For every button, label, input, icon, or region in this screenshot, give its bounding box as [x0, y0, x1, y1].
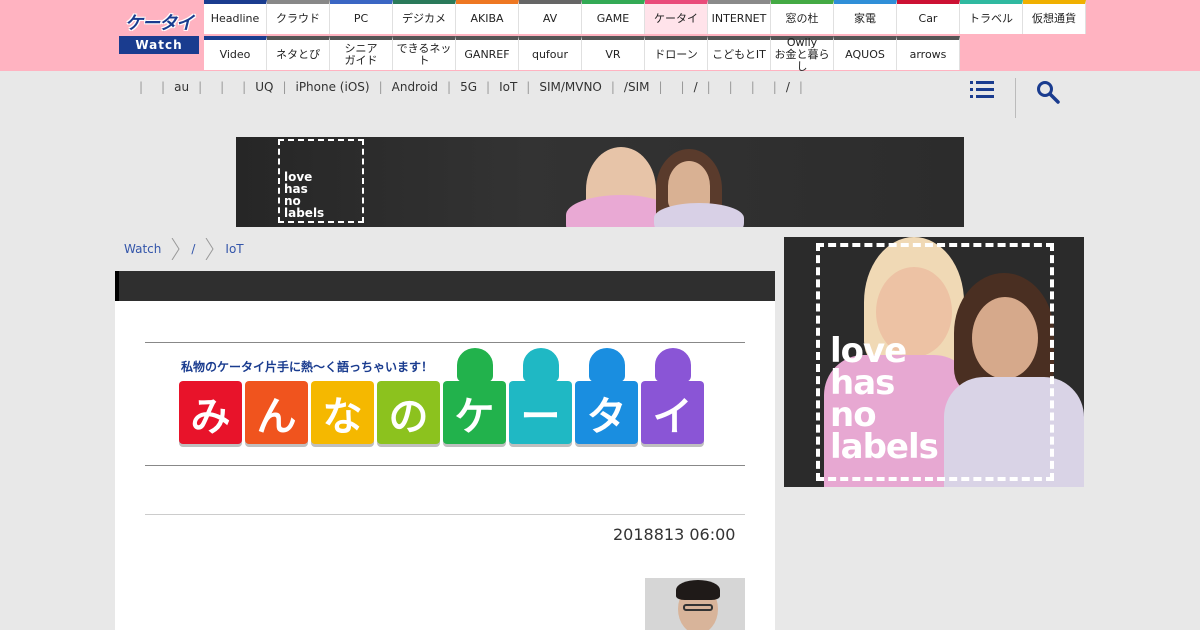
subnav-separator: | — [447, 80, 452, 94]
site-logo[interactable]: ケータイ Watch — [119, 12, 199, 56]
subnav-link[interactable]: /SIM — [624, 80, 650, 94]
series-logo-letter: な — [311, 381, 374, 444]
breadcrumb-link[interactable]: IoT — [225, 242, 243, 256]
subnav-separator: | — [772, 80, 777, 94]
nav-item[interactable]: Video — [204, 36, 267, 70]
nav-item[interactable]: トラベル — [960, 0, 1023, 34]
nav-item[interactable]: クラウド — [267, 0, 330, 34]
header-divider — [1015, 78, 1016, 118]
article-body: 私物のケータイ片手に熱～く語っちゃいます！ みんなのケータイ 2018813 0… — [115, 301, 775, 630]
nav-item[interactable]: AV — [519, 0, 582, 34]
series-silhouette-figure — [655, 348, 691, 382]
breadcrumb: Watch / IoT — [124, 237, 244, 261]
breadcrumb-link[interactable]: / — [191, 242, 195, 256]
nav-item[interactable]: VR — [582, 36, 645, 70]
subnav-separator: | — [610, 80, 615, 94]
subnav-link[interactable]: SIM/MVNO — [539, 80, 602, 94]
nav-item[interactable]: こどもとIT — [708, 36, 771, 70]
banner-ad-tagline: love has no labels — [284, 170, 325, 220]
nav-item[interactable]: Car — [897, 0, 960, 34]
subnav-separator: | — [798, 80, 803, 94]
article-title — [119, 278, 129, 294]
series-silhouette-figure — [457, 348, 493, 382]
nav-item[interactable]: INTERNET — [708, 0, 771, 34]
nav-item[interactable]: 家電 — [834, 0, 897, 34]
subnav-separator: | — [728, 80, 733, 94]
nav-item[interactable]: できるネット — [393, 36, 456, 70]
nav-item[interactable]: Headline — [204, 0, 267, 34]
subnav-separator: | — [706, 80, 711, 94]
logo-top-text: ケータイ — [125, 13, 194, 34]
nav-item[interactable]: arrows — [897, 36, 960, 70]
series-logo-letter: イ — [641, 381, 704, 444]
series-top-rule — [145, 342, 745, 343]
meta-rule — [145, 514, 745, 515]
side-ad[interactable]: love has no labels — [784, 237, 1084, 487]
author-photo — [645, 578, 745, 630]
subnav-separator: | — [658, 80, 663, 94]
subnav-separator: | — [220, 80, 225, 94]
author-glasses — [683, 604, 713, 611]
series-silhouette-figure — [523, 348, 559, 382]
series-logo-letter: み — [179, 381, 242, 444]
logo-bottom-text: Watch — [119, 36, 199, 54]
series-logo-letter: タ — [575, 381, 638, 444]
nav-item[interactable]: AQUOS — [834, 36, 897, 70]
nav-item[interactable]: GAME — [582, 0, 645, 34]
series-silhouette-figure — [589, 348, 625, 382]
subnav-separator: | — [161, 80, 166, 94]
subnav-separator: | — [198, 80, 203, 94]
nav-item[interactable]: Owlly お金と暮らし — [771, 36, 834, 73]
subnav-separator: | — [242, 80, 247, 94]
search-icon[interactable] — [1036, 80, 1060, 104]
author-hair — [676, 580, 720, 600]
breadcrumb-chevron-icon — [205, 238, 214, 260]
publish-date: 2018813 06:00 — [613, 525, 736, 544]
menu-icon[interactable] — [970, 80, 994, 100]
subnav-separator: | — [139, 80, 144, 94]
nav-item[interactable]: GANREF — [456, 36, 519, 70]
series-logo-letter: ー — [509, 381, 572, 444]
subnav-link[interactable]: IoT — [499, 80, 517, 94]
nav-item[interactable]: デジカメ — [393, 0, 456, 34]
sub-navigation: | | au | | | UQ | iPhone (iOS) | Android | 5G | IoT | SI… — [130, 78, 812, 96]
nav-item[interactable]: qufour — [519, 36, 582, 70]
series-bottom-rule — [145, 465, 745, 466]
series-tagline: 私物のケータイ片手に熱～く語っちゃいます！ — [181, 360, 434, 374]
subnav-link[interactable]: au — [174, 80, 189, 94]
subnav-link[interactable]: 5G — [460, 80, 477, 94]
nav-item[interactable]: ネタとぴ — [267, 36, 330, 70]
nav-item[interactable]: 仮想通貨 — [1023, 0, 1086, 34]
nav-item[interactable]: 窓の杜 — [771, 0, 834, 34]
article-title-bar — [115, 271, 775, 301]
series-logo: みんなのケータイ — [179, 381, 704, 444]
banner-ad-child-right-shirt — [654, 203, 744, 227]
nav-item[interactable]: AKIBA — [456, 0, 519, 34]
banner-ad[interactable]: love has no labels — [236, 137, 964, 227]
series-logo-letter: の — [377, 381, 440, 444]
subnav-separator: | — [750, 80, 755, 94]
side-ad-tagline: love has no labels — [830, 331, 939, 467]
series-logo-letter: ケ — [443, 381, 506, 444]
subnav-separator: | — [378, 80, 383, 94]
site-navigation: Headline クラウド PC デジカメ AKIBA AV GAME ケータイ INTERNE… — [204, 0, 1086, 73]
subnav-link[interactable]: Android — [392, 80, 438, 94]
breadcrumb-chevron-icon — [171, 238, 180, 260]
subnav-link[interactable]: iPhone (iOS) — [295, 80, 369, 94]
subnav-separator: | — [486, 80, 491, 94]
subnav-link[interactable]: UQ — [255, 80, 273, 94]
breadcrumb-link[interactable]: Watch — [124, 242, 161, 256]
subnav-separator: | — [526, 80, 531, 94]
nav-item[interactable]: PC — [330, 0, 393, 34]
nav-empty-slot — [1023, 36, 1086, 70]
subnav-separator: | — [282, 80, 287, 94]
nav-item[interactable]: ケータイ — [645, 0, 708, 34]
nav-empty-slot — [960, 36, 1023, 70]
subnav-separator: | — [680, 80, 685, 94]
nav-item[interactable]: シニア ガイド — [330, 36, 393, 70]
nav-item[interactable]: ドローン — [645, 36, 708, 70]
series-logo-letter: ん — [245, 381, 308, 444]
